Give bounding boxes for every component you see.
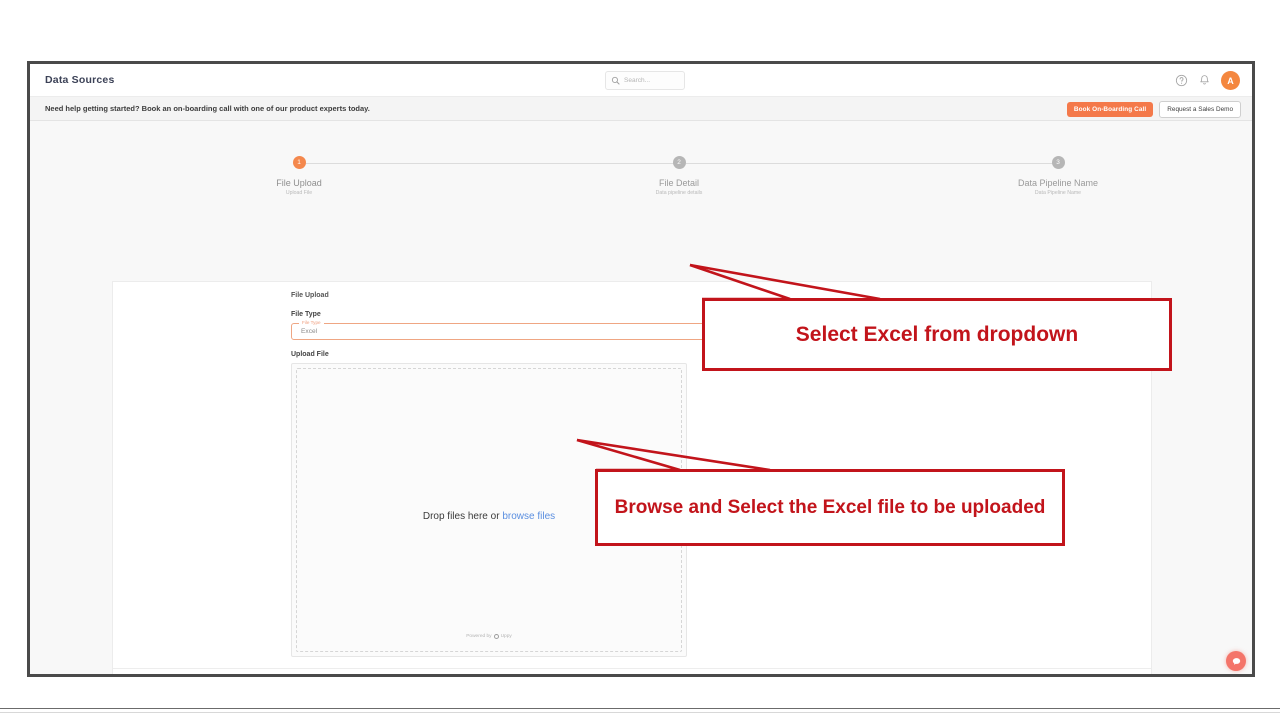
promo-message: Need help getting started? Book an on-bo…	[45, 104, 370, 113]
search-icon	[611, 76, 620, 85]
stepper: 1 File Upload Upload File 2 File Detail …	[70, 151, 1212, 211]
step-subtitle: Data pipeline details	[655, 190, 703, 196]
file-type-selected-value: Excel	[301, 328, 318, 335]
promo-actions: Book On-Boarding Call Request a Sales De…	[1066, 97, 1241, 121]
card-footer-divider	[113, 668, 1151, 669]
search-input[interactable]: Search...	[605, 71, 685, 90]
help-circle-icon[interactable]	[1175, 74, 1188, 87]
page-title: Data Sources	[45, 74, 115, 86]
step-title: File Upload	[276, 178, 322, 188]
browse-files-link[interactable]: browse files	[502, 511, 555, 522]
callout-select-excel: Select Excel from dropdown	[702, 298, 1172, 371]
step-title: Data Pipeline Name	[1017, 178, 1099, 188]
file-type-floating-label: File Type	[299, 320, 324, 325]
slide-bottom-rule-secondary	[0, 712, 1280, 713]
header-actions: A	[1175, 64, 1240, 97]
step-number-badge: 3	[1051, 156, 1065, 169]
app-header: Data Sources Search... A	[30, 64, 1252, 97]
powered-by-text: Powered by	[466, 634, 492, 639]
callout-browse-file: Browse and Select the Excel file to be u…	[595, 469, 1065, 546]
stepper-step-3[interactable]: 3 Data Pipeline Name Data Pipeline Name	[968, 151, 1148, 196]
bell-icon[interactable]	[1198, 74, 1211, 87]
uppy-logo-icon	[493, 634, 499, 639]
request-sales-demo-button[interactable]: Request a Sales Demo	[1159, 100, 1241, 118]
app-body: 1 File Upload Upload File 2 File Detail …	[30, 121, 1252, 674]
chat-bubble-icon	[1232, 657, 1240, 665]
step-subtitle: Upload File	[285, 190, 313, 196]
powered-by-brand: Uppy	[500, 634, 512, 639]
step-subtitle: Data Pipeline Name	[1034, 190, 1082, 196]
callout-select-excel-text: Select Excel from dropdown	[795, 322, 1079, 346]
step-title: File Detail	[658, 178, 699, 188]
dropzone-prompt-text: Drop files here or	[422, 511, 503, 522]
dropzone-powered-by: Powered by Uppy	[292, 634, 686, 639]
slide-bottom-rule	[0, 708, 1280, 709]
chat-bubble-button[interactable]	[1226, 651, 1246, 671]
step-number-badge: 2	[672, 156, 686, 169]
search-placeholder: Search...	[624, 77, 651, 84]
callout-browse-file-text: Browse and Select the Excel file to be u…	[614, 496, 1046, 518]
stepper-step-2[interactable]: 2 File Detail Data pipeline details	[589, 151, 769, 196]
stepper-step-1[interactable]: 1 File Upload Upload File	[209, 151, 389, 196]
step-number-badge: 1	[292, 156, 306, 169]
slide-canvas: Data Sources Search... A Need help getti…	[0, 0, 1280, 720]
book-onboarding-call-button[interactable]: Book On-Boarding Call	[1066, 101, 1154, 117]
promo-banner: Need help getting started? Book an on-bo…	[30, 97, 1252, 121]
avatar[interactable]: A	[1221, 71, 1240, 90]
